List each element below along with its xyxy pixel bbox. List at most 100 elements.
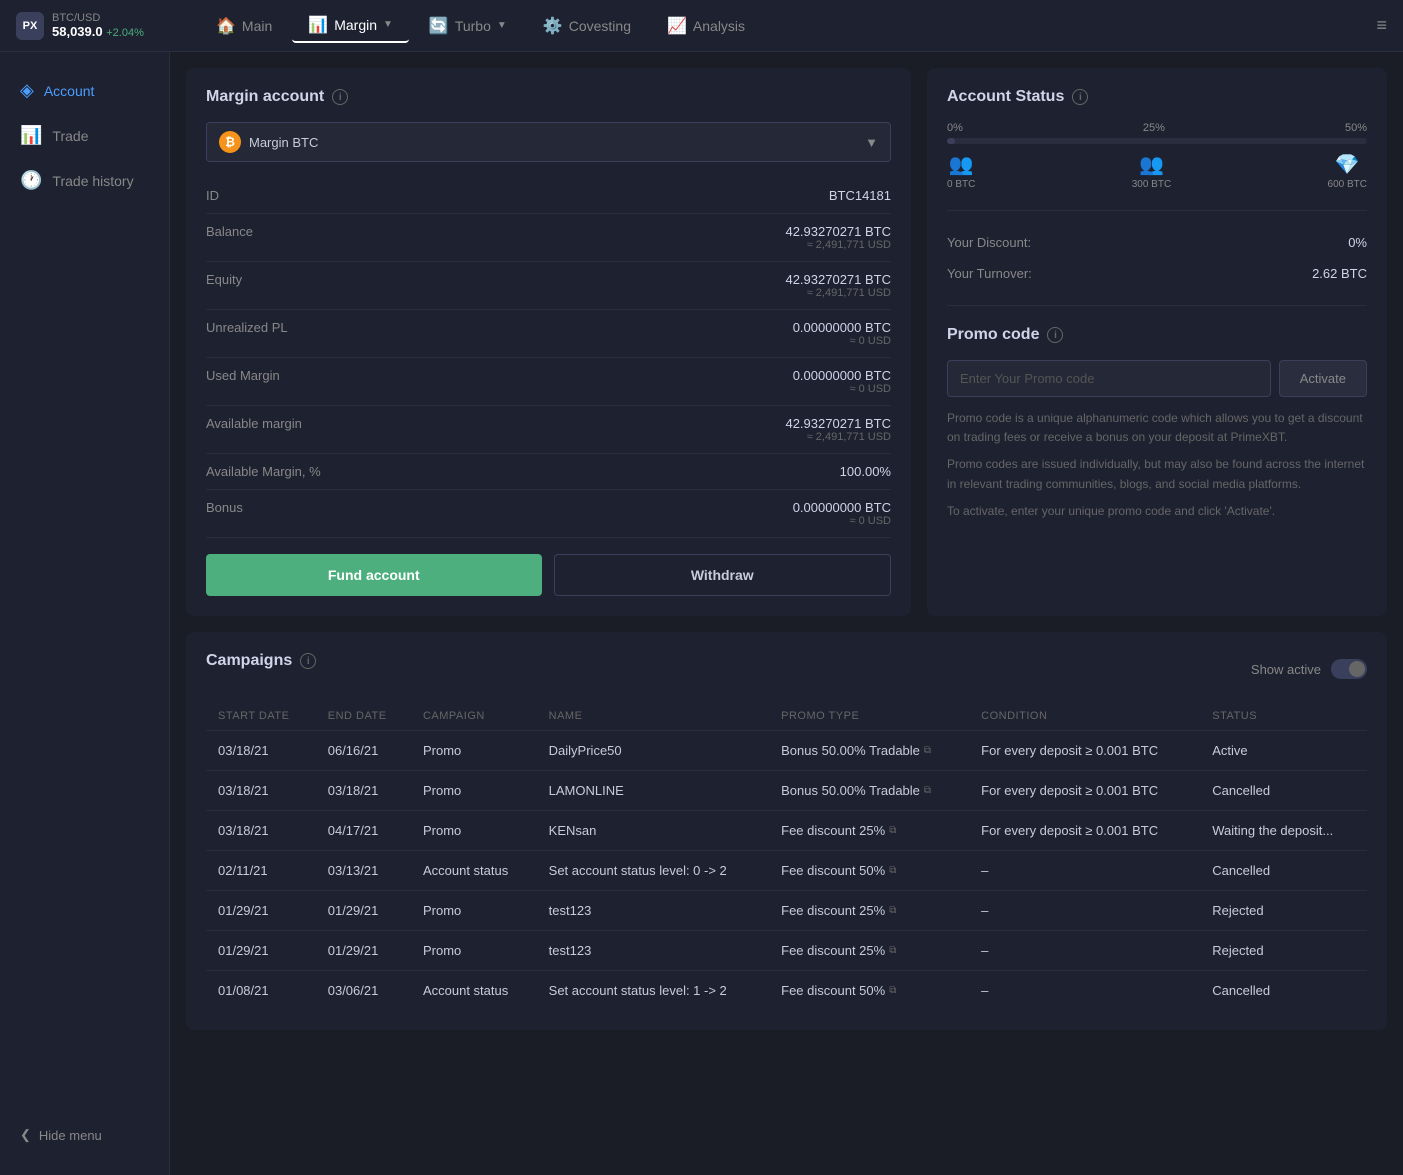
nav-label-turbo: Turbo — [455, 18, 491, 34]
avail-margin-btc: 42.93270271 BTC — [785, 416, 891, 431]
bonus-btc: 0.00000000 BTC — [793, 500, 891, 515]
unrealized-label: Unrealized PL — [206, 320, 288, 335]
chevron-down-icon: ▼ — [383, 19, 393, 30]
hide-menu-label: Hide menu — [39, 1128, 102, 1143]
used-margin-usd: ≈ 0 USD — [793, 383, 891, 395]
sidebar-item-trade[interactable]: 📊 Trade — [0, 113, 169, 158]
cell-end-date: 06/16/21 — [316, 731, 411, 771]
table-header: Start date End date Campaign Name Promo … — [206, 702, 1367, 731]
top-panels: Margin account i ₿ Margin BTC ▼ ID BTC14… — [186, 68, 1387, 616]
promo-section: Promo code i Activate Promo code is a un… — [947, 326, 1367, 521]
nav-item-margin[interactable]: 📊 Margin ▼ — [292, 9, 409, 43]
discount-label: Your Discount: — [947, 235, 1031, 250]
cell-end-date: 03/13/21 — [316, 851, 411, 891]
activate-button[interactable]: Activate — [1279, 360, 1367, 397]
menu-button[interactable]: ≡ — [1376, 15, 1387, 36]
account-id-row: ID BTC14181 — [206, 178, 891, 214]
turbo-icon: 🔄 — [429, 16, 449, 36]
nav-item-turbo[interactable]: 🔄 Turbo ▼ — [413, 10, 523, 42]
turnover-label: Your Turnover: — [947, 266, 1032, 281]
btc-icon: ₿ — [219, 131, 241, 153]
promo-title: Promo code i — [947, 326, 1367, 344]
discount-row: Your Discount: 0% — [947, 227, 1367, 258]
cell-start-date: 01/29/21 — [206, 891, 316, 931]
nav-items: 🏠 Main 📊 Margin ▼ 🔄 Turbo ▼ ⚙️ Covesting… — [176, 9, 1376, 43]
promo-input-row: Activate — [947, 360, 1367, 397]
status-icon-300: 👥 300 BTC — [1132, 152, 1171, 190]
analysis-icon: 📈 — [667, 16, 687, 36]
cell-end-date: 01/29/21 — [316, 931, 411, 971]
balance-usd: ≈ 2,491,771 USD — [785, 239, 891, 251]
status-bar-track — [947, 138, 1367, 144]
ticker-pair: BTC/USD — [52, 12, 144, 24]
sidebar-item-account[interactable]: ◈ Account — [0, 68, 169, 113]
cell-condition: For every deposit ≥ 0.001 BTC — [969, 771, 1200, 811]
col-start-date: Start date — [206, 702, 316, 731]
external-link-icon[interactable]: ⧉ — [924, 745, 931, 756]
balance-label: Balance — [206, 224, 253, 239]
unrealized-usd: ≈ 0 USD — [793, 335, 891, 347]
margin-account-info-icon[interactable]: i — [332, 89, 348, 105]
cell-campaign: Account status — [411, 971, 537, 1011]
promo-divider — [947, 305, 1367, 306]
col-status: Status — [1200, 702, 1367, 731]
cell-promo-type: Fee discount 50% ⧉ — [769, 971, 969, 1011]
margin-account-title: Margin account i — [206, 88, 891, 106]
avail-margin-row: Available margin 42.93270271 BTC ≈ 2,491… — [206, 406, 891, 454]
promo-desc-3: To activate, enter your unique promo cod… — [947, 502, 1367, 521]
cell-status: Waiting the deposit... — [1200, 811, 1367, 851]
cell-start-date: 03/18/21 — [206, 771, 316, 811]
sidebar-item-trade-history[interactable]: 🕐 Trade history — [0, 158, 169, 203]
cell-campaign: Account status — [411, 851, 537, 891]
table-row: 01/29/21 01/29/21 Promo test123 Fee disc… — [206, 931, 1367, 971]
used-margin-btc: 0.00000000 BTC — [793, 368, 891, 383]
promo-input[interactable] — [947, 360, 1271, 397]
sidebar-label-account: Account — [44, 83, 95, 99]
avail-margin-label: Available margin — [206, 416, 302, 431]
external-link-icon[interactable]: ⧉ — [889, 945, 896, 956]
avail-margin-pct: 100.00% — [840, 464, 891, 479]
cell-start-date: 02/11/21 — [206, 851, 316, 891]
account-status-info-icon[interactable]: i — [1072, 89, 1088, 105]
cell-condition: – — [969, 931, 1200, 971]
campaigns-info-icon[interactable]: i — [300, 653, 316, 669]
cell-promo-type: Bonus 50.00% Tradable ⧉ — [769, 771, 969, 811]
hide-menu-button[interactable]: ❮ Hide menu — [0, 1111, 169, 1159]
nav-item-analysis[interactable]: 📈 Analysis — [651, 10, 761, 42]
cell-name: KENsan — [537, 811, 769, 851]
campaigns-header: Campaigns i Show active — [206, 652, 1367, 686]
show-active-toggle[interactable] — [1331, 659, 1367, 679]
bonus-row: Bonus 0.00000000 BTC ≈ 0 USD — [206, 490, 891, 538]
cell-start-date: 01/29/21 — [206, 931, 316, 971]
external-link-icon[interactable]: ⧉ — [924, 785, 931, 796]
cell-end-date: 03/06/21 — [316, 971, 411, 1011]
col-end-date: End date — [316, 702, 411, 731]
external-link-icon[interactable]: ⧉ — [889, 985, 896, 996]
table-row: 03/18/21 06/16/21 Promo DailyPrice50 Bon… — [206, 731, 1367, 771]
external-link-icon[interactable]: ⧉ — [889, 905, 896, 916]
avail-margin-usd: ≈ 2,491,771 USD — [785, 431, 891, 443]
external-link-icon[interactable]: ⧉ — [889, 865, 896, 876]
col-condition: Condition — [969, 702, 1200, 731]
table-row: 01/08/21 03/06/21 Account status Set acc… — [206, 971, 1367, 1011]
equity-row: Equity 42.93270271 BTC ≈ 2,491,771 USD — [206, 262, 891, 310]
nav-label-main: Main — [242, 18, 272, 34]
cell-name: test123 — [537, 931, 769, 971]
external-link-icon[interactable]: ⧉ — [889, 825, 896, 836]
unrealized-row: Unrealized PL 0.00000000 BTC ≈ 0 USD — [206, 310, 891, 358]
toggle-knob — [1349, 661, 1365, 677]
equity-usd: ≈ 2,491,771 USD — [785, 287, 891, 299]
withdraw-button[interactable]: Withdraw — [554, 554, 892, 596]
cell-start-date: 03/18/21 — [206, 811, 316, 851]
col-promo-type: Promo type — [769, 702, 969, 731]
level-25-pct: 25% — [1143, 122, 1165, 134]
nav-item-main[interactable]: 🏠 Main — [200, 10, 288, 42]
cell-campaign: Promo — [411, 811, 537, 851]
promo-info-icon[interactable]: i — [1047, 327, 1063, 343]
cell-start-date: 01/08/21 — [206, 971, 316, 1011]
covesting-icon: ⚙️ — [543, 16, 563, 36]
fund-account-button[interactable]: Fund account — [206, 554, 542, 596]
nav-item-covesting[interactable]: ⚙️ Covesting — [527, 10, 647, 42]
cell-condition: For every deposit ≥ 0.001 BTC — [969, 731, 1200, 771]
account-dropdown[interactable]: ₿ Margin BTC ▼ — [206, 122, 891, 162]
